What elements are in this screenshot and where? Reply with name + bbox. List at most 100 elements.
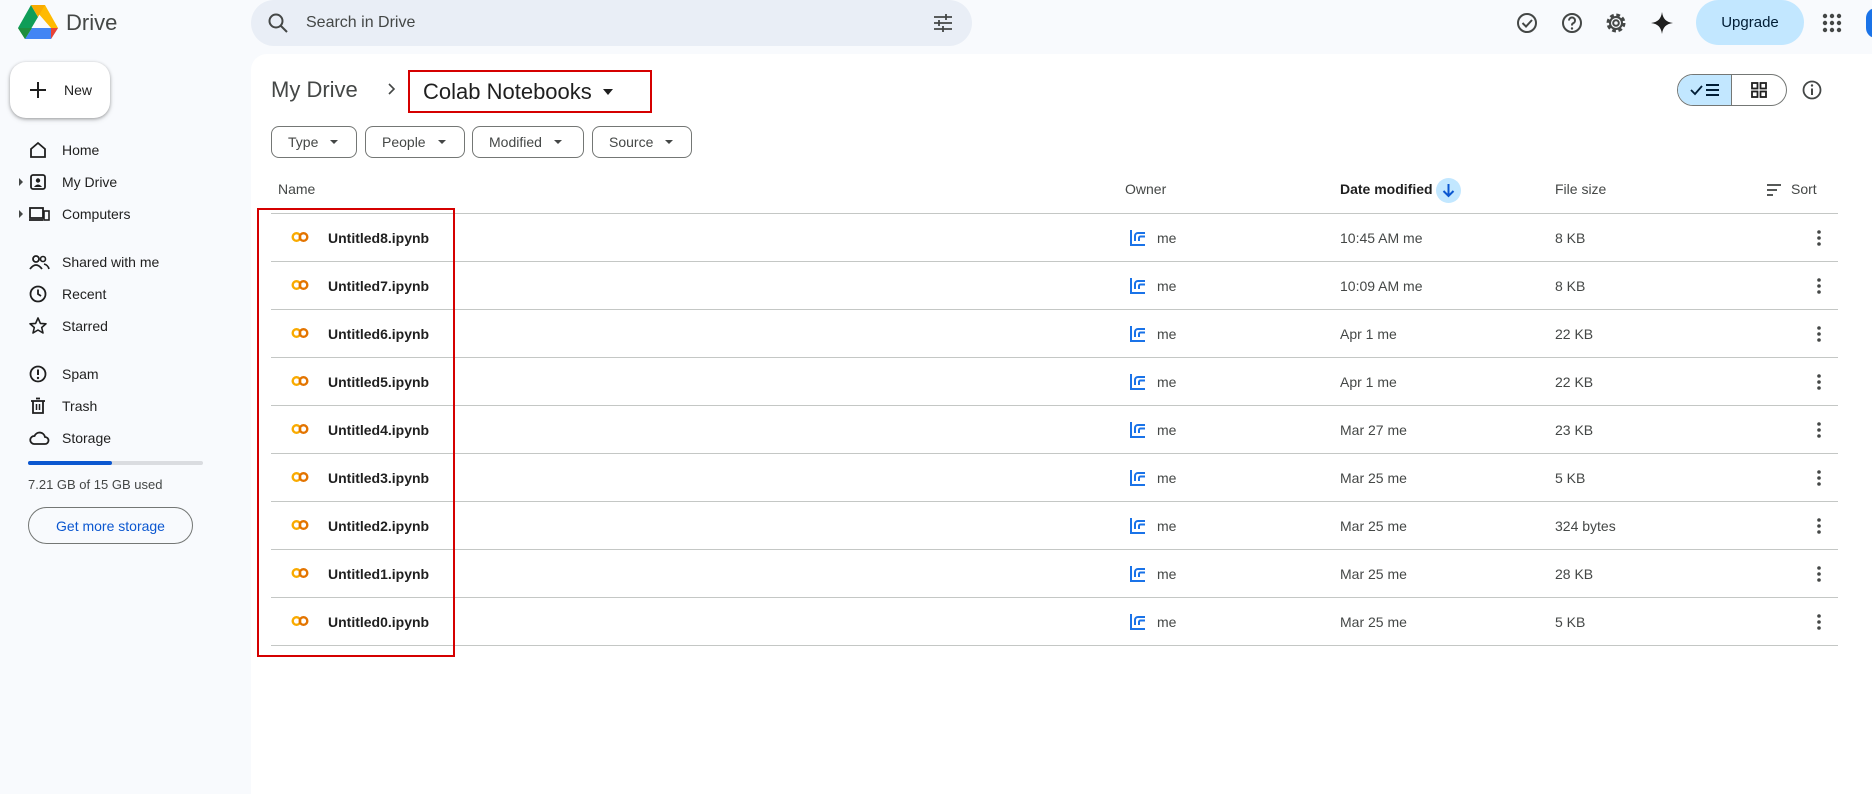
apps-grid-icon[interactable] (1818, 9, 1846, 37)
column-header-owner[interactable]: Owner (1125, 181, 1166, 197)
sidebar-item-shared-with-me[interactable]: Shared with me (0, 246, 240, 278)
sidebar-item-label: Trash (62, 398, 98, 414)
table-row[interactable]: Untitled3.ipynb me Mar 25 me 5 KB (271, 454, 1838, 502)
filter-chip-type[interactable]: Type (271, 126, 357, 158)
table-row[interactable]: Untitled4.ipynb me Mar 27 me 23 KB (271, 406, 1838, 454)
filter-chip-people[interactable]: People (365, 126, 465, 158)
settings-gear-icon[interactable] (1602, 9, 1630, 37)
breadcrumb-my-drive[interactable]: My Drive (271, 77, 358, 103)
gemini-sparkle-icon[interactable] (1648, 9, 1676, 37)
sidebar-item-recent[interactable]: Recent (0, 278, 240, 310)
sort-direction-arrow-icon[interactable] (1436, 178, 1461, 203)
more-actions-icon[interactable] (1807, 610, 1831, 634)
app-title[interactable]: Drive (66, 10, 117, 36)
sidebar-item-trash[interactable]: Trash (0, 390, 240, 422)
filter-chip-source[interactable]: Source (592, 126, 692, 158)
date-modified: Mar 25 me (1340, 566, 1407, 582)
column-header-file-size[interactable]: File size (1555, 181, 1606, 197)
date-modified: 10:45 AM me (1340, 230, 1423, 246)
table-row[interactable]: Untitled5.ipynb me Apr 1 me 22 KB (271, 358, 1838, 406)
owner-name: me (1157, 470, 1177, 486)
grid-view-button[interactable] (1732, 75, 1786, 105)
more-actions-icon[interactable] (1807, 274, 1831, 298)
more-actions-icon[interactable] (1807, 322, 1831, 346)
table-row[interactable]: Untitled2.ipynb me Mar 25 me 324 bytes (271, 502, 1838, 550)
filter-chip-label: Type (288, 134, 319, 150)
new-button-label: New (64, 82, 93, 98)
trash-icon (28, 396, 48, 416)
file-size: 8 KB (1555, 278, 1586, 294)
shared-drive-owner-icon (1128, 612, 1148, 632)
filter-chip-label: Source (609, 134, 654, 150)
help-icon[interactable] (1558, 9, 1586, 37)
owner-name: me (1157, 278, 1177, 294)
sidebar-item-label: Recent (62, 286, 107, 302)
more-actions-icon[interactable] (1807, 514, 1831, 538)
file-size: 22 KB (1555, 374, 1594, 390)
new-button[interactable]: New (10, 62, 110, 118)
filter-chip-modified[interactable]: Modified (472, 126, 584, 158)
sort-button[interactable]: Sort (1791, 181, 1817, 197)
more-actions-icon[interactable] (1807, 418, 1831, 442)
search-input[interactable] (306, 8, 906, 38)
sidebar-item-spam[interactable]: Spam (0, 358, 240, 390)
caret-down-icon (602, 88, 614, 96)
sidebar-item-computers[interactable]: Computers (0, 198, 240, 230)
shared-drive-owner-icon (1128, 276, 1148, 296)
star-icon (28, 316, 48, 336)
search-options-icon[interactable] (931, 11, 955, 35)
owner-name: me (1157, 422, 1177, 438)
sidebar-item-starred[interactable]: Starred (0, 310, 240, 342)
more-actions-icon[interactable] (1807, 370, 1831, 394)
shared-drive-owner-icon (1128, 468, 1148, 488)
column-header-name[interactable]: Name (278, 181, 315, 197)
sidebar-item-storage[interactable]: Storage (0, 422, 240, 454)
clock-icon (28, 284, 48, 304)
date-modified: Mar 27 me (1340, 422, 1407, 438)
sidebar-item-home[interactable]: Home (0, 134, 240, 166)
shared-drive-owner-icon (1128, 372, 1148, 392)
expand-arrow-icon[interactable] (19, 178, 23, 186)
sidebar-item-my-drive[interactable]: My Drive (0, 166, 240, 198)
offline-ready-icon[interactable] (1513, 9, 1541, 37)
account-avatar[interactable] (1866, 8, 1872, 38)
owner-name: me (1157, 614, 1177, 630)
shared-drive-owner-icon (1128, 420, 1148, 440)
more-actions-icon[interactable] (1807, 562, 1831, 586)
file-size: 324 bytes (1555, 518, 1616, 534)
table-row[interactable]: Untitled8.ipynb me 10:45 AM me 8 KB (271, 214, 1838, 262)
shared-drive-owner-icon (1128, 228, 1148, 248)
breadcrumb-current-folder[interactable]: Colab Notebooks (408, 70, 652, 113)
search-icon[interactable] (266, 11, 290, 35)
file-size: 5 KB (1555, 470, 1586, 486)
view-toggle[interactable] (1677, 74, 1787, 106)
date-modified: Mar 25 me (1340, 518, 1407, 534)
caret-down-icon (665, 140, 674, 144)
table-row[interactable]: Untitled0.ipynb me Mar 25 me 5 KB (271, 598, 1838, 646)
owner-name: me (1157, 566, 1177, 582)
upgrade-button[interactable]: Upgrade (1696, 0, 1804, 45)
get-more-storage-button[interactable]: Get more storage (28, 507, 193, 544)
owner-name: me (1157, 230, 1177, 246)
table-row[interactable]: Untitled7.ipynb me 10:09 AM me 8 KB (271, 262, 1838, 310)
list-view-button[interactable] (1678, 75, 1733, 105)
more-actions-icon[interactable] (1807, 226, 1831, 250)
table-row[interactable]: Untitled6.ipynb me Apr 1 me 22 KB (271, 310, 1838, 358)
file-size: 22 KB (1555, 326, 1594, 342)
file-size: 23 KB (1555, 422, 1594, 438)
column-header-date-modified[interactable]: Date modified (1340, 181, 1433, 197)
storage-usage-text: 7.21 GB of 15 GB used (28, 477, 163, 492)
home-icon (28, 140, 48, 160)
file-size: 8 KB (1555, 230, 1586, 246)
table-row[interactable]: Untitled1.ipynb me Mar 25 me 28 KB (271, 550, 1838, 598)
filter-chip-label: Modified (489, 134, 542, 150)
computers-icon (28, 204, 50, 224)
info-icon[interactable] (1800, 78, 1824, 102)
caret-down-icon (553, 140, 562, 144)
more-actions-icon[interactable] (1807, 466, 1831, 490)
sort-lines-icon[interactable] (1766, 183, 1782, 197)
folder-name: Colab Notebooks (423, 78, 592, 104)
sidebar-item-label: Home (62, 142, 100, 158)
expand-arrow-icon[interactable] (19, 210, 23, 218)
drive-logo-icon[interactable] (18, 4, 62, 42)
